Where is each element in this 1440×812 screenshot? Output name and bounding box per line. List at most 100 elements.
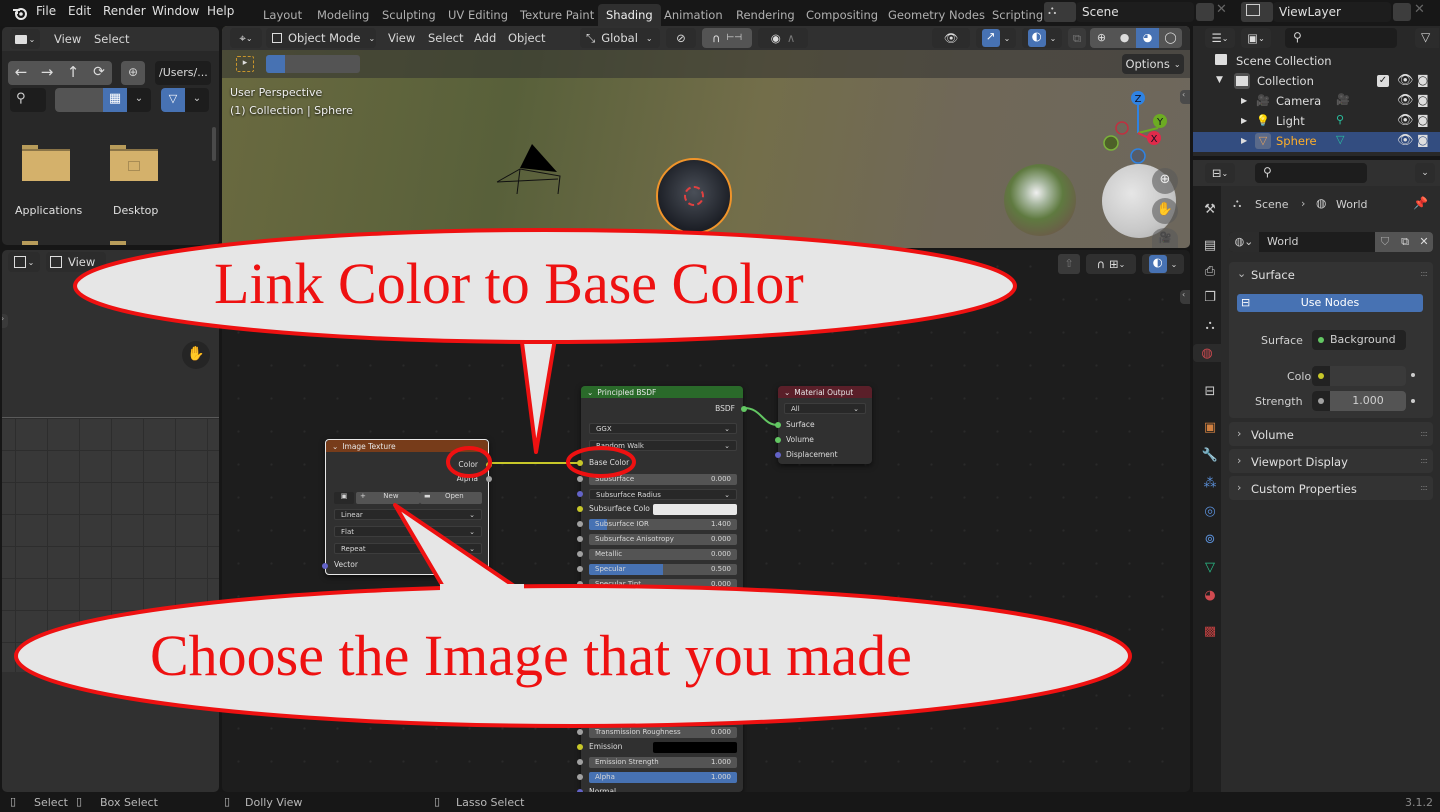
input-surface-socket[interactable] (775, 422, 781, 428)
image-texture-node[interactable]: ⌄ Image Texture Color Alpha ▣ + New ▬ Open … (322, 439, 492, 575)
outliner-search-input[interactable]: ⚲ (1285, 28, 1397, 48)
physics-tab-icon[interactable]: ◎ (1201, 502, 1219, 520)
pan-view-icon[interactable]: ✋ (1152, 198, 1178, 224)
output-tab-icon[interactable]: ⎙ (1201, 262, 1219, 280)
scene-selector-button[interactable]: ⛬ (1044, 2, 1076, 22)
world-name-field[interactable]: World (1267, 235, 1299, 248)
new-selection-icon[interactable] (266, 55, 285, 73)
eye-icon[interactable]: 👁 (1397, 133, 1414, 148)
input-field[interactable]: Metallic 0.000 (589, 549, 737, 560)
tab-animation[interactable]: Animation (656, 4, 731, 26)
constraints-tab-icon[interactable]: ⊚ (1201, 530, 1219, 548)
keyframe-dot-icon[interactable] (1411, 373, 1415, 377)
keyframe-dot-icon[interactable] (1411, 399, 1415, 403)
menu-help[interactable]: Help (207, 4, 234, 18)
tab-geometry-nodes[interactable]: Geometry Nodes (880, 4, 993, 26)
light-data-icon[interactable]: ⚲ (1336, 113, 1344, 126)
tab-compositing[interactable]: Compositing (798, 4, 886, 26)
input-socket[interactable] (577, 491, 583, 497)
camera-render-icon[interactable]: ◙ (1417, 73, 1429, 87)
world-browse-icon[interactable]: ◍⌄ (1229, 232, 1259, 252)
input-socket[interactable] (577, 759, 583, 765)
sidebar-toggle-icon[interactable]: ‹ (1180, 90, 1190, 104)
subtract-selection-icon[interactable] (304, 55, 323, 73)
subsurface-method-dropdown[interactable]: Random Walk ⌄ (589, 440, 737, 451)
volume-panel[interactable]: › Volume :::: (1229, 422, 1433, 446)
scene-tab-icon[interactable]: ⛬ (1201, 316, 1219, 334)
menu-edit[interactable]: Edit (68, 4, 91, 18)
expand-arrow-icon[interactable]: ▶ (1241, 96, 1247, 105)
surface-shader-selector[interactable]: Background (1312, 330, 1406, 350)
distribution-dropdown[interactable]: GGX ⌄ (589, 423, 737, 434)
camera-data-icon[interactable]: 🎥 (1336, 93, 1350, 106)
collection-tab-icon[interactable]: ⊟ (1201, 382, 1219, 400)
output-alpha-socket[interactable] (486, 476, 492, 482)
output-color-socket[interactable] (486, 462, 492, 468)
chevron-down-icon[interactable]: ⌄ (1415, 163, 1435, 183)
invert-selection-icon[interactable] (322, 55, 341, 73)
camera-render-icon[interactable]: ◙ (1417, 93, 1429, 107)
input-base-color-socket[interactable] (577, 460, 583, 466)
camera-render-icon[interactable]: ◙ (1417, 133, 1429, 147)
strength-field[interactable]: 1.000 (1312, 391, 1406, 411)
output-bsdf-socket[interactable] (741, 406, 747, 412)
particles-tab-icon[interactable]: ⁂ (1201, 474, 1219, 492)
input-field[interactable]: Emission Strength 1.000 (589, 757, 737, 768)
image-browse-icon[interactable]: ▣ (334, 492, 354, 504)
sidebar-toggle-icon[interactable]: › (2, 314, 8, 328)
zoom-view-icon[interactable]: ⊕ (1152, 168, 1178, 194)
horizontal-list-icon[interactable] (79, 88, 103, 112)
back-arrow-icon[interactable]: ← (8, 61, 34, 85)
forward-arrow-icon[interactable]: → (34, 61, 60, 85)
expand-arrow-icon[interactable]: ▶ (1241, 116, 1247, 125)
pivot-point-button[interactable]: ⊘ (666, 28, 696, 48)
color-swatch[interactable] (653, 742, 737, 753)
chevron-down-icon[interactable]: ⌄ (127, 88, 151, 112)
drag-grip-icon[interactable]: :::: (1420, 456, 1428, 465)
wireframe-shading-icon[interactable]: ⊕ (1090, 28, 1113, 48)
outliner-row-camera[interactable]: ▶ 🎥 Camera 🎥 👁 ◙ (1193, 92, 1440, 112)
target-dropdown[interactable]: All ⌄ (784, 403, 866, 414)
input-socket[interactable] (577, 551, 583, 557)
input-socket[interactable] (577, 536, 583, 542)
editor-type-button[interactable]: ⌖ ⌄ (230, 28, 262, 48)
view-layer-selector-button[interactable] (1241, 2, 1273, 22)
input-field[interactable]: Subsurface IOR 1.400 (589, 519, 737, 530)
menu-select[interactable]: Select (94, 32, 129, 46)
use-nodes-button[interactable]: ⊟ Use Nodes (1237, 294, 1423, 312)
drag-grip-icon[interactable]: :::: (1420, 269, 1428, 278)
view-menu-button[interactable]: View (46, 252, 106, 272)
render-tab-icon[interactable]: ▤ (1201, 236, 1219, 254)
3d-viewport[interactable]: ⌖ ⌄ Object Mode ⌄ View Select Add Object ⤡… (222, 26, 1190, 248)
extension-dropdown[interactable]: Repeat ⌄ (334, 543, 482, 554)
material-preview-shading-icon[interactable]: ◕ (1136, 28, 1159, 48)
xray-toggle[interactable]: ⧉ (1068, 28, 1086, 48)
camera-view-icon[interactable]: 🎥 (1152, 228, 1178, 248)
overlay-toggle[interactable]: ◐ ⌄ (1022, 28, 1062, 48)
thumbnails-icon[interactable]: ▦ (103, 88, 127, 112)
pin-icon[interactable]: 📌 (1413, 196, 1428, 210)
input-field[interactable]: Subsurface 0.000 (589, 474, 737, 485)
select-tool-icon[interactable]: ▸ (236, 56, 254, 72)
mesh-data-tab-icon[interactable]: ▽ (1201, 558, 1219, 576)
outliner-row-scene-collection[interactable]: Scene Collection (1193, 52, 1440, 72)
eye-icon[interactable]: 👁 (1397, 73, 1414, 88)
input-displacement-socket[interactable] (775, 452, 781, 458)
duplicate-scene-icon[interactable] (1196, 3, 1214, 21)
options-dropdown[interactable]: Options ⌄ (1122, 54, 1184, 74)
sphere-object[interactable] (656, 158, 732, 234)
tab-rendering[interactable]: Rendering (728, 4, 803, 26)
object-tab-icon[interactable]: ▣ (1201, 418, 1219, 436)
input-socket[interactable] (577, 729, 583, 735)
color-swatch[interactable] (653, 504, 737, 515)
expand-arrow-icon[interactable]: ▼ (1216, 75, 1223, 85)
input-socket[interactable] (577, 774, 583, 780)
tab-texture-paint[interactable]: Texture Paint (512, 4, 602, 26)
drag-grip-icon[interactable]: :::: (1420, 483, 1428, 492)
material-output-node[interactable]: ⌄ Material Output All ⌄ Surface Volume Dis… (775, 386, 872, 464)
gizmo-toggle[interactable]: ↗ ⌄ (976, 28, 1016, 48)
filter-icon[interactable]: ▽ (1415, 28, 1439, 48)
breadcrumb-scene[interactable]: Scene (1255, 198, 1289, 211)
camera-render-icon[interactable]: ◙ (1417, 113, 1429, 127)
projection-dropdown[interactable]: Flat ⌄ (334, 526, 482, 537)
